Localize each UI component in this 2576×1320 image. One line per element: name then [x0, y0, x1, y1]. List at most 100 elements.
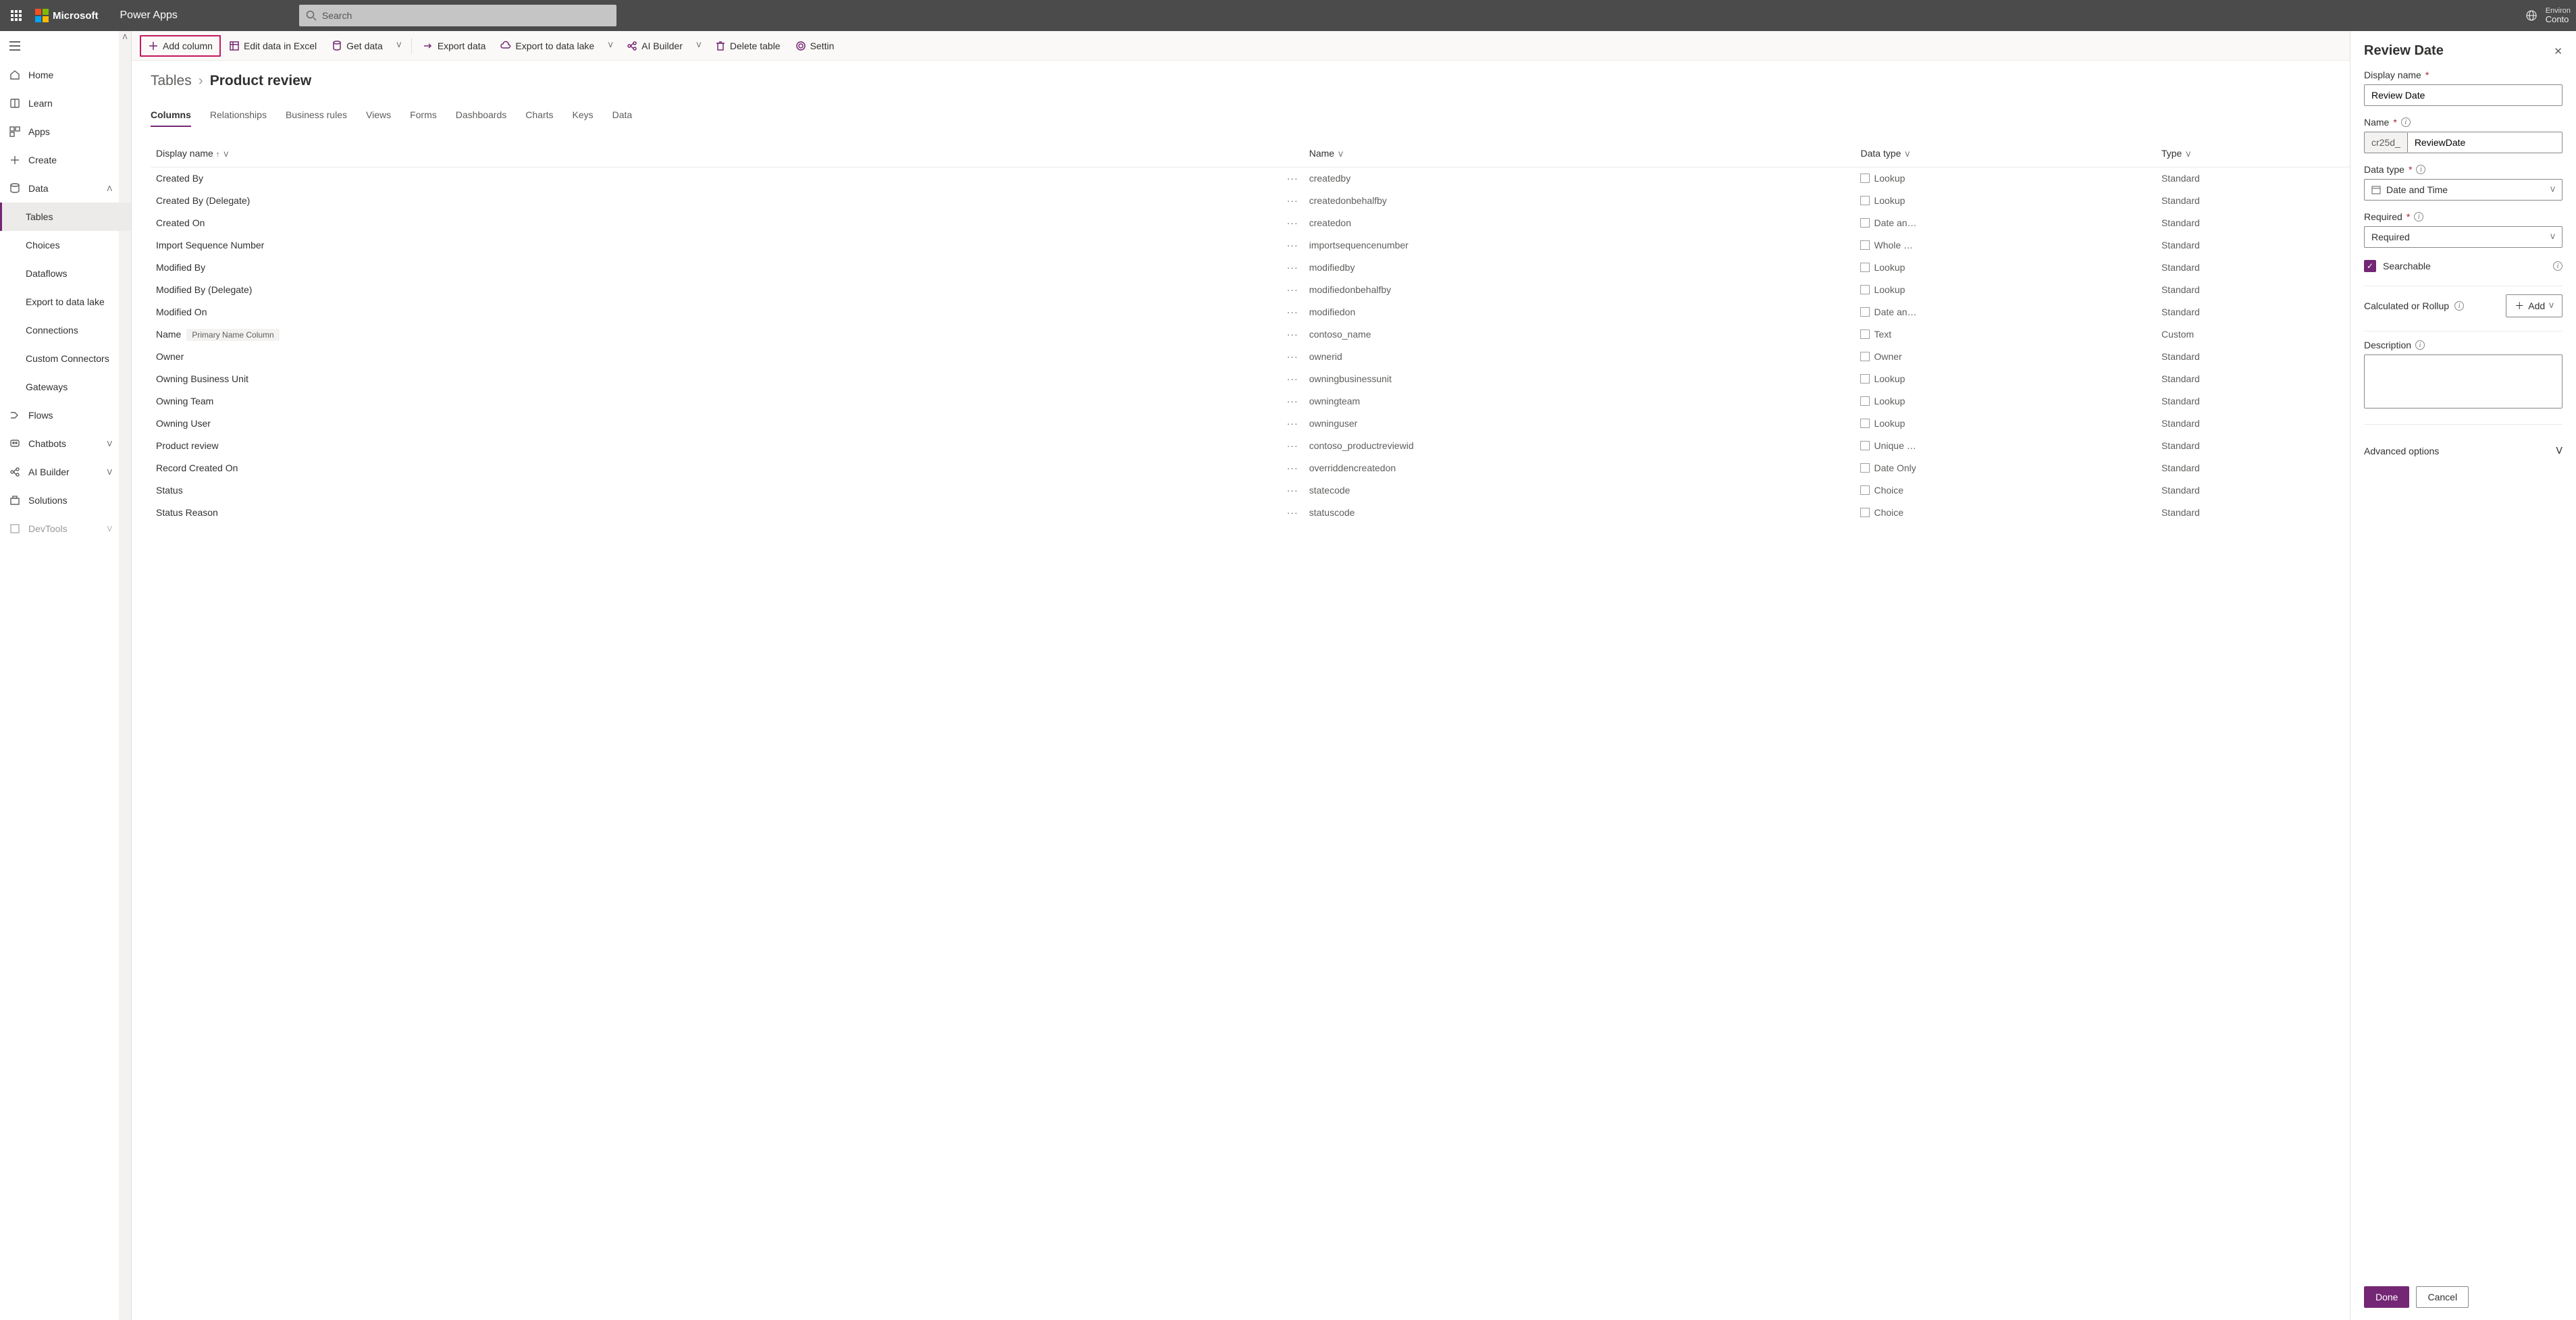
ai-builder-split[interactable]: ᐯ: [691, 35, 707, 57]
tab-views[interactable]: Views: [366, 104, 391, 127]
row-more-button[interactable]: ···: [1153, 479, 1304, 502]
tab-charts[interactable]: Charts: [525, 104, 553, 127]
nav-tables[interactable]: Tables: [0, 203, 131, 231]
divider: [2364, 331, 2562, 332]
table-row[interactable]: Modified By···modifiedbyLookupStandard›: [151, 257, 2557, 279]
description-input[interactable]: [2364, 354, 2562, 408]
row-more-button[interactable]: ···: [1153, 457, 1304, 479]
info-icon[interactable]: i: [2553, 261, 2562, 271]
row-more-button[interactable]: ···: [1153, 257, 1304, 279]
col-header-name[interactable]: Nameᐯ: [1304, 140, 1856, 167]
search-box[interactable]: [299, 5, 616, 26]
cell-datatype: Choice: [1855, 502, 2155, 524]
row-more-button[interactable]: ···: [1153, 368, 1304, 390]
table-row[interactable]: Owning User···owninguserLookupStandard›: [151, 413, 2557, 435]
export-lake-button[interactable]: Export to data lake: [494, 35, 601, 57]
row-more-button[interactable]: ···: [1153, 279, 1304, 301]
close-button[interactable]: ✕: [2554, 45, 2562, 57]
environment-icon: [2525, 9, 2538, 22]
datatype-icon: [1860, 285, 1870, 294]
name-input[interactable]: [2407, 132, 2562, 153]
nav-devtools[interactable]: DevToolsᐯ: [0, 514, 131, 543]
table-row[interactable]: Import Sequence Number···importsequencen…: [151, 234, 2557, 257]
ai-builder-button[interactable]: AI Builder: [620, 35, 689, 57]
table-row[interactable]: Owning Business Unit···owningbusinessuni…: [151, 368, 2557, 390]
table-row[interactable]: Created By···createdbyLookupStandard›: [151, 167, 2557, 190]
display-name-input[interactable]: [2364, 84, 2562, 106]
row-more-button[interactable]: ···: [1153, 435, 1304, 457]
table-row[interactable]: Status···statecodeChoiceStandard›: [151, 479, 2557, 502]
nav-dataflows[interactable]: Dataflows: [0, 259, 131, 288]
nav-chatbots[interactable]: Chatbotsᐯ: [0, 429, 131, 458]
add-calc-button[interactable]: ＋Addᐯ: [2506, 294, 2562, 317]
get-data-button[interactable]: Get data: [325, 35, 390, 57]
edit-excel-button[interactable]: Edit data in Excel: [222, 35, 323, 57]
row-more-button[interactable]: ···: [1153, 413, 1304, 435]
tab-dashboards[interactable]: Dashboards: [456, 104, 507, 127]
col-header-displayname[interactable]: Display name↑ᐯ: [151, 140, 1153, 167]
nav-ai-builder[interactable]: AI Builderᐯ: [0, 458, 131, 486]
tab-relationships[interactable]: Relationships: [210, 104, 267, 127]
table-row[interactable]: Status Reason···statuscodeChoiceStandard…: [151, 502, 2557, 524]
row-more-button[interactable]: ···: [1153, 390, 1304, 413]
table-row[interactable]: NamePrimary Name Column···contoso_nameTe…: [151, 323, 2557, 346]
row-more-button[interactable]: ···: [1153, 212, 1304, 234]
col-header-datatype[interactable]: Data typeᐯ: [1855, 140, 2155, 167]
table-row[interactable]: Owner···owneridOwnerStandard›: [151, 346, 2557, 368]
row-more-button[interactable]: ···: [1153, 301, 1304, 323]
nav-create[interactable]: Create: [0, 146, 131, 174]
get-data-split[interactable]: ᐯ: [391, 35, 407, 57]
search-input[interactable]: [322, 10, 610, 21]
info-icon[interactable]: i: [2414, 212, 2423, 221]
row-more-button[interactable]: ···: [1153, 502, 1304, 524]
app-launcher-icon[interactable]: [5, 5, 27, 26]
tab-business-rules[interactable]: Business rules: [286, 104, 347, 127]
tab-forms[interactable]: Forms: [410, 104, 437, 127]
table-row[interactable]: Created By (Delegate)···createdonbehalfb…: [151, 190, 2557, 212]
table-row[interactable]: Modified By (Delegate)···modifiedonbehal…: [151, 279, 2557, 301]
info-icon[interactable]: i: [2416, 165, 2425, 174]
nav-choices[interactable]: Choices: [0, 231, 131, 259]
nav-home[interactable]: Home: [0, 61, 131, 89]
nav-learn[interactable]: Learn: [0, 89, 131, 117]
cancel-button[interactable]: Cancel: [2416, 1286, 2469, 1308]
nav-gateways[interactable]: Gateways: [0, 373, 131, 401]
nav-toggle[interactable]: [0, 31, 131, 61]
table-row[interactable]: Record Created On···overriddencreatedonD…: [151, 457, 2557, 479]
add-column-button[interactable]: Add column: [140, 35, 221, 57]
info-icon[interactable]: i: [2454, 301, 2464, 311]
microsoft-logo-icon: [35, 9, 49, 22]
advanced-options-toggle[interactable]: Advanced options ᐯ: [2364, 445, 2562, 456]
tab-data[interactable]: Data: [612, 104, 633, 127]
info-icon[interactable]: i: [2415, 340, 2425, 350]
export-data-button[interactable]: Export data: [416, 35, 493, 57]
nav-solutions[interactable]: Solutions: [0, 486, 131, 514]
tab-keys[interactable]: Keys: [573, 104, 594, 127]
required-select[interactable]: Required ᐯ: [2364, 226, 2562, 248]
info-icon[interactable]: i: [2401, 117, 2411, 127]
nav-data[interactable]: Dataᐱ: [0, 174, 131, 203]
breadcrumb-root[interactable]: Tables: [151, 73, 192, 89]
nav-custom-connectors[interactable]: Custom Connectors: [0, 344, 131, 373]
table-row[interactable]: Product review···contoso_productreviewid…: [151, 435, 2557, 457]
table-row[interactable]: Owning Team···owningteamLookupStandard›: [151, 390, 2557, 413]
row-more-button[interactable]: ···: [1153, 190, 1304, 212]
table-row[interactable]: Created On···createdonDate an…Standard›: [151, 212, 2557, 234]
settings-button[interactable]: Settin: [789, 35, 841, 57]
row-more-button[interactable]: ···: [1153, 323, 1304, 346]
row-more-button[interactable]: ···: [1153, 346, 1304, 368]
export-lake-split[interactable]: ᐯ: [602, 35, 619, 57]
nav-connections[interactable]: Connections: [0, 316, 131, 344]
done-button[interactable]: Done: [2364, 1286, 2409, 1308]
row-more-button[interactable]: ···: [1153, 167, 1304, 190]
searchable-checkbox[interactable]: ✓: [2364, 260, 2376, 272]
nav-flows[interactable]: Flows: [0, 401, 131, 429]
nav-export-lake[interactable]: Export to data lake: [0, 288, 131, 316]
data-type-select[interactable]: Date and Time ᐯ: [2364, 179, 2562, 201]
table-row[interactable]: Modified On···modifiedonDate an…Standard…: [151, 301, 2557, 323]
delete-table-button[interactable]: Delete table: [708, 35, 787, 57]
environment-picker[interactable]: Environ Conto: [2546, 7, 2571, 24]
row-more-button[interactable]: ···: [1153, 234, 1304, 257]
tab-columns[interactable]: Columns: [151, 104, 191, 127]
nav-apps[interactable]: Apps: [0, 117, 131, 146]
